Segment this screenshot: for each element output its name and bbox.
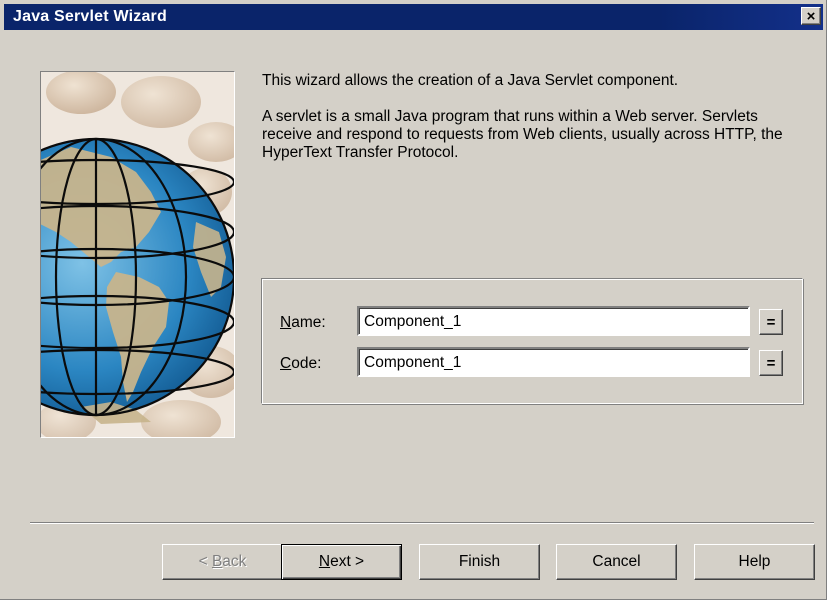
window-title: Java Servlet Wizard xyxy=(13,8,167,25)
finish-label: Finish xyxy=(458,553,501,570)
back-mnemonic: B xyxy=(211,553,223,570)
intro-line-2: A servlet is a small Java program that r… xyxy=(262,108,783,161)
name-equals-button[interactable]: = xyxy=(759,309,783,335)
name-input-value: Component_1 xyxy=(364,313,462,330)
help-label: Help xyxy=(738,553,771,570)
name-label-mnemonic: N xyxy=(280,314,292,331)
code-input-value: Component_1 xyxy=(364,354,462,371)
next-rest: ext > xyxy=(330,553,365,570)
intro-line-1: This wizard allows the creation of a Jav… xyxy=(262,72,679,89)
next-mnemonic: N xyxy=(318,553,331,570)
intro-text: This wizard allows the creation of a Jav… xyxy=(262,72,810,180)
finish-button[interactable]: Finish xyxy=(419,544,540,580)
close-icon: × xyxy=(806,7,816,25)
close-button[interactable]: × xyxy=(801,7,821,25)
code-input[interactable]: Component_1 xyxy=(357,347,750,377)
name-label-rest: ame: xyxy=(291,314,326,331)
globe-icon xyxy=(41,72,234,437)
globe-illustration xyxy=(40,71,235,438)
code-label: Code: xyxy=(280,355,321,373)
name-input[interactable]: Component_1 xyxy=(357,306,750,336)
title-bar[interactable]: Java Servlet Wizard × xyxy=(4,4,823,30)
name-label: Name: xyxy=(280,314,326,332)
equals-icon: = xyxy=(766,354,776,372)
cancel-label: Cancel xyxy=(592,553,641,570)
cancel-button[interactable]: Cancel xyxy=(556,544,677,580)
code-equals-button[interactable]: = xyxy=(759,350,783,376)
next-button[interactable]: Next > xyxy=(281,544,402,580)
button-separator xyxy=(30,522,814,524)
java-servlet-wizard-dialog: Java Servlet Wizard × This wizard allows… xyxy=(0,0,827,600)
back-rest: ack xyxy=(222,553,247,570)
component-group-box xyxy=(261,278,803,404)
code-label-mnemonic: C xyxy=(280,355,292,372)
back-button[interactable]: < Back xyxy=(162,544,283,580)
help-button[interactable]: Help xyxy=(694,544,815,580)
equals-icon: = xyxy=(766,313,776,331)
back-prefix: < xyxy=(198,553,212,570)
code-label-rest: ode: xyxy=(291,355,322,372)
